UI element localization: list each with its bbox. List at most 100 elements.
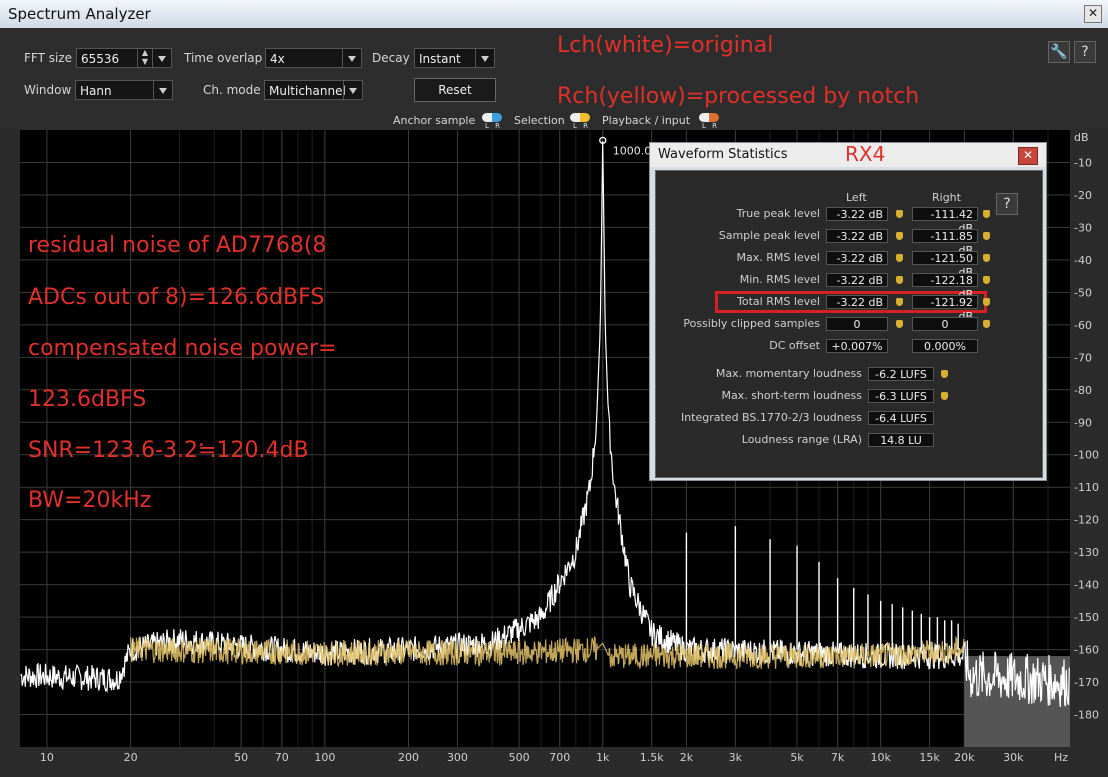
stat-right-value: -111.85 dB: [912, 229, 978, 257]
toolbar: FFT size 65536 ▲ ▼ Time overlap 4x Decay …: [0, 28, 1108, 130]
anchor-sample-label: Anchor sample: [393, 114, 476, 127]
y-unit-label: dB: [1074, 131, 1089, 144]
stats-titlebar: Waveform Statistics RX4 ✕: [650, 142, 1046, 167]
playback-input-label: Playback / input: [602, 114, 691, 127]
x-tick-label: 20k: [954, 751, 975, 764]
x-tick-label: 10: [40, 751, 54, 764]
y-tick-label: -110: [1074, 481, 1099, 494]
window-fn-dropdown[interactable]: Hann: [75, 80, 173, 100]
selection-lr-label: L R: [573, 122, 590, 130]
y-tick-label: -140: [1074, 579, 1099, 592]
decay-label: Decay: [372, 51, 410, 65]
decay-dropdown[interactable]: Instant: [414, 48, 495, 68]
annotation-line-6: BW=20kHz: [28, 488, 152, 513]
stats-help-button[interactable]: ?: [996, 193, 1018, 215]
stat-left-value: -3.22 dB: [826, 251, 888, 265]
stat-label: DC offset: [769, 339, 820, 352]
loudness-label: Loudness range (LRA): [741, 433, 862, 446]
ch-mode-dropdown[interactable]: Multichannel: [264, 80, 363, 100]
selection-toggle[interactable]: L R: [570, 113, 590, 130]
marker-icon[interactable]: [896, 232, 903, 240]
stat-right-value: -121.92 dB: [912, 295, 978, 323]
chevron-down-icon: [152, 49, 171, 67]
y-tick-label: -180: [1074, 709, 1099, 722]
y-tick-label: -160: [1074, 644, 1099, 657]
help-button[interactable]: ?: [1074, 41, 1096, 63]
playback-lr-label: L R: [702, 122, 719, 130]
x-tick-label: 70: [275, 751, 289, 764]
close-icon[interactable]: ✕: [1018, 147, 1038, 165]
loudness-label: Max. momentary loudness: [715, 367, 862, 380]
x-tick-label: 1.5k: [640, 751, 664, 764]
time-overlap-label: Time overlap: [184, 51, 263, 65]
marker-icon[interactable]: [896, 210, 903, 218]
annotation-line-4: 123.6dBFS: [28, 387, 147, 412]
stat-right-value: 0.000%: [912, 339, 978, 353]
annotation-line-5: SNR=123.6-3.2≒120.4dB: [28, 438, 309, 463]
annotation-rch: Rch(yellow)=processed by notch: [557, 84, 920, 109]
col-left-header: Left: [846, 191, 867, 204]
stat-label: True peak level: [736, 207, 820, 220]
x-tick-label: 500: [509, 751, 530, 764]
anchor-lr-label: L R: [485, 122, 502, 130]
marker-icon[interactable]: [983, 298, 990, 306]
stat-label: Max. RMS level: [736, 251, 820, 264]
ch-mode-value: Multichannel: [269, 84, 346, 98]
chevron-down-icon: [475, 49, 494, 67]
x-unit-label: Hz: [1054, 751, 1068, 764]
window-title: Spectrum Analyzer: [8, 5, 151, 23]
x-tick-label: 15k: [919, 751, 940, 764]
y-tick-label: -150: [1074, 611, 1099, 624]
marker-icon[interactable]: [896, 298, 903, 306]
marker-icon[interactable]: [983, 232, 990, 240]
y-tick-label: -30: [1074, 221, 1092, 234]
stat-right-value: -122.18 dB: [912, 273, 978, 301]
y-tick-label: -70: [1074, 351, 1092, 364]
chevron-down-icon: [153, 81, 172, 99]
reset-button[interactable]: Reset: [414, 78, 496, 102]
loudness-label: Integrated BS.1770-2/3 loudness: [680, 411, 862, 424]
playback-toggle[interactable]: L R: [699, 113, 719, 130]
time-overlap-dropdown[interactable]: 4x: [265, 48, 362, 68]
col-right-header: Right: [932, 191, 961, 204]
x-tick-label: 7k: [831, 751, 845, 764]
marker-icon[interactable]: [983, 320, 990, 328]
y-tick-label: -10: [1074, 156, 1092, 169]
marker-icon[interactable]: [983, 276, 990, 284]
waveform-statistics-window: Waveform Statistics RX4 ✕ Left Right ? T…: [649, 142, 1047, 481]
y-tick-label: -50: [1074, 286, 1092, 299]
y-tick-label: -120: [1074, 514, 1099, 527]
window-fn-label: Window: [24, 83, 72, 97]
stat-left-value: -3.22 dB: [826, 273, 888, 287]
x-tick-label: 50: [234, 751, 248, 764]
marker-icon[interactable]: [896, 320, 903, 328]
y-tick-label: -80: [1074, 384, 1092, 397]
loudness-value: -6.4 LUFS: [868, 411, 934, 425]
x-tick-label: 300: [447, 751, 468, 764]
marker-icon[interactable]: [896, 276, 903, 284]
fft-stepper-icon[interactable]: ▲ ▼: [137, 48, 152, 68]
fft-size-value: 65536: [81, 52, 120, 66]
ch-mode-label: Ch. mode: [203, 83, 261, 97]
wrench-icon[interactable]: 🔧: [1048, 41, 1070, 63]
annotation-line-1: residual noise of AD7768(8: [28, 233, 327, 258]
stat-label: Possibly clipped samples: [683, 317, 820, 330]
marker-icon[interactable]: [896, 254, 903, 262]
marker-icon[interactable]: [941, 370, 948, 378]
fft-size-dropdown[interactable]: 65536 ▲ ▼: [76, 48, 172, 68]
marker-icon[interactable]: [983, 254, 990, 262]
stats-panel: Left Right ? True peak level -3.22 dB -111…: [655, 170, 1043, 478]
rx4-tag: RX4: [845, 142, 886, 166]
y-tick-label: -40: [1074, 254, 1092, 267]
fft-size-label: FFT size: [24, 51, 73, 65]
marker-icon[interactable]: [983, 210, 990, 218]
annotation-line-2: ADCs out of 8)=126.6dBFS: [28, 285, 325, 310]
close-icon[interactable]: ✕: [1084, 5, 1102, 23]
loudness-value: -6.2 LUFS: [868, 367, 934, 381]
annotation-line-3: compensated noise power=: [28, 336, 337, 361]
anchor-toggle[interactable]: L R: [482, 113, 502, 130]
marker-icon[interactable]: [941, 392, 948, 400]
loudness-label: Max. short-term loudness: [721, 389, 862, 402]
stat-right-value: -121.50 dB: [912, 251, 978, 279]
stat-left-value: -3.22 dB: [826, 229, 888, 243]
